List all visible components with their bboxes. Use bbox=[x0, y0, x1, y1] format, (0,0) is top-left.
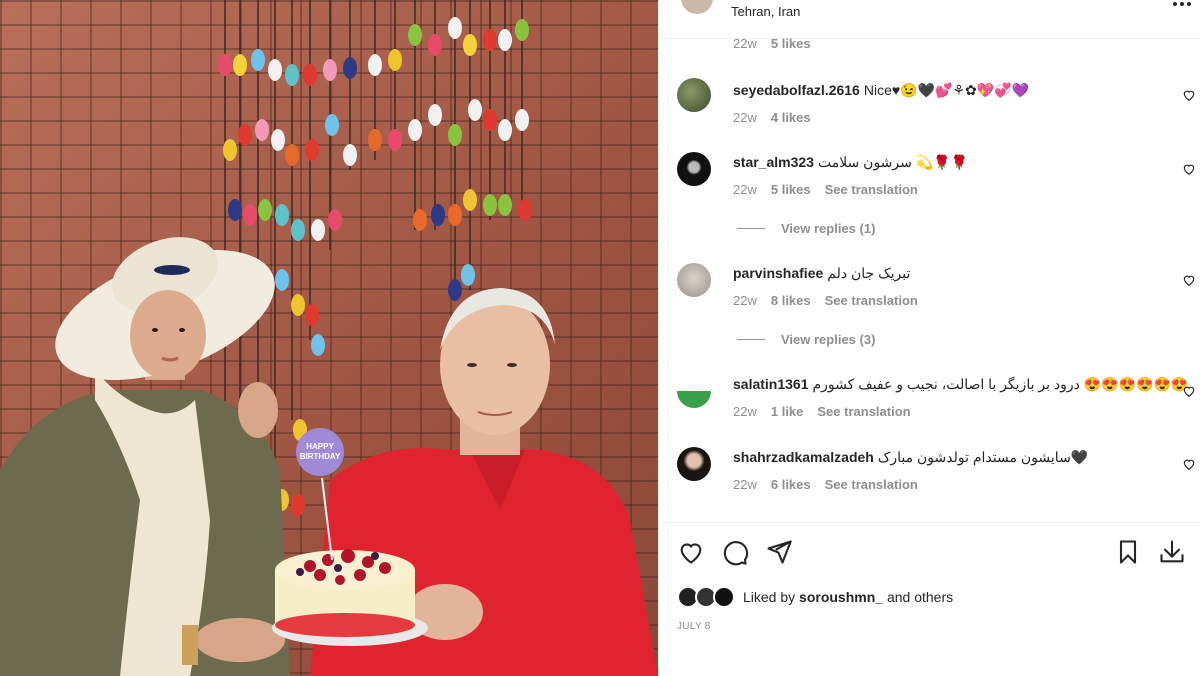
heart-icon[interactable] bbox=[677, 538, 705, 566]
comment-text: seyedabolfazl.2616 Nice♥😉🖤💕⚘✿💖💞💜 bbox=[733, 82, 1029, 99]
see-translation-link[interactable]: See translation bbox=[825, 477, 918, 492]
see-translation-link[interactable]: See translation bbox=[825, 182, 918, 197]
comment-likes[interactable]: 8 likes bbox=[771, 293, 811, 308]
comment-meta: 22w 6 likes See translation bbox=[733, 477, 918, 492]
heart-icon[interactable] bbox=[1182, 273, 1196, 287]
commenter-avatar[interactable] bbox=[677, 447, 711, 481]
comment-body: Nice♥😉🖤💕⚘✿💖💞💜 bbox=[863, 82, 1030, 98]
post-header: Tehran, Iran bbox=[659, 0, 1200, 22]
photo-illustration bbox=[0, 0, 658, 676]
view-replies-button[interactable]: View replies (3) bbox=[737, 332, 875, 347]
commenter-avatar[interactable] bbox=[677, 374, 711, 408]
comment-username[interactable]: star_alm323 bbox=[733, 154, 814, 170]
comment-username[interactable]: seyedabolfazl.2616 bbox=[733, 82, 860, 98]
comment-body: سرشون سلامت 💫🌹🌹 bbox=[817, 154, 969, 170]
replies-line bbox=[737, 228, 765, 229]
heart-icon[interactable] bbox=[1182, 88, 1196, 102]
topper-line2: BIRTHDAY bbox=[299, 452, 341, 461]
comment-time: 22w bbox=[733, 404, 757, 419]
topper-line1: HAPPY bbox=[306, 442, 334, 451]
commenter-avatar[interactable] bbox=[677, 263, 711, 297]
author-avatar[interactable] bbox=[681, 0, 713, 14]
liker-avatars[interactable] bbox=[677, 586, 737, 608]
more-icon[interactable] bbox=[1172, 0, 1192, 12]
comment-likes[interactable]: 5 likes bbox=[771, 36, 811, 51]
view-replies-label: View replies (3) bbox=[781, 332, 876, 347]
liked-by-prefix: Liked by bbox=[743, 589, 796, 605]
tiny-dot bbox=[1180, 32, 1194, 46]
liker-avatar bbox=[713, 586, 735, 608]
comment-meta: 22w 4 likes bbox=[733, 110, 811, 125]
bookmark-icon[interactable] bbox=[1114, 538, 1142, 566]
commenter-avatar[interactable] bbox=[677, 152, 711, 186]
comment-body: سایشون مستدام تولدشون مبارک🖤 bbox=[877, 449, 1089, 465]
comment-time: 22w bbox=[733, 36, 757, 51]
comment-meta: 22w 5 likes See translation bbox=[733, 182, 918, 197]
comment-likes[interactable]: 6 likes bbox=[771, 477, 811, 492]
liked-by-suffix[interactable]: and others bbox=[887, 589, 953, 605]
post-photo[interactable]: HAPPY BIRTHDAY bbox=[0, 0, 658, 676]
share-icon[interactable] bbox=[765, 538, 793, 566]
comments-list[interactable]: Tehran, Iran 22w 5 likes seyedabolfazl.2… bbox=[659, 0, 1200, 522]
comment-time: 22w bbox=[733, 477, 757, 492]
comment-username[interactable]: salatin1361 bbox=[733, 376, 809, 392]
heart-icon[interactable] bbox=[1182, 162, 1196, 176]
liked-by: Liked by soroushmn_ and others bbox=[677, 586, 953, 608]
comment-time: 22w bbox=[733, 110, 757, 125]
post-side-panel: Tehran, Iran 22w 5 likes seyedabolfazl.2… bbox=[658, 0, 1200, 676]
view-replies-label: View replies (1) bbox=[781, 221, 876, 236]
commenter-avatar[interactable] bbox=[677, 78, 711, 112]
comment-time: 22w bbox=[733, 182, 757, 197]
comment-likes[interactable]: 4 likes bbox=[771, 110, 811, 125]
comment-meta: 22w 8 likes See translation bbox=[733, 293, 918, 308]
comment-body: تبریک جان دلم bbox=[827, 265, 911, 281]
comment-body: درود بر بازیگر با اصالت، نجیب و عفیف کشو… bbox=[812, 376, 1189, 392]
comment-meta: 22w 1 like See translation bbox=[733, 404, 911, 419]
comment-text: shahrzadkamalzadeh سایشون مستدام تولدشون … bbox=[733, 449, 1088, 466]
see-translation-link[interactable]: See translation bbox=[825, 293, 918, 308]
cake-topper: HAPPY BIRTHDAY bbox=[296, 428, 344, 476]
comment-time: 22w bbox=[733, 293, 757, 308]
see-translation-link[interactable]: See translation bbox=[817, 404, 910, 419]
post-location[interactable]: Tehran, Iran bbox=[731, 4, 800, 19]
heart-icon[interactable] bbox=[1182, 384, 1196, 398]
comment-username[interactable]: shahrzadkamalzadeh bbox=[733, 449, 874, 465]
comment-text: parvinshafiee تبریک جان دلم bbox=[733, 265, 910, 282]
comment-meta: 22w 5 likes bbox=[733, 36, 811, 51]
post-date[interactable]: JULY 8 bbox=[677, 621, 711, 632]
replies-line bbox=[737, 339, 765, 340]
post-action-bar bbox=[677, 538, 1186, 568]
view-replies-button[interactable]: View replies (1) bbox=[737, 221, 875, 236]
comment-username[interactable]: parvinshafiee bbox=[733, 265, 823, 281]
download-icon[interactable] bbox=[1158, 538, 1186, 566]
comment-likes[interactable]: 5 likes bbox=[771, 182, 811, 197]
comment-likes[interactable]: 1 like bbox=[771, 404, 804, 419]
comment-text: salatin1361 درود بر بازیگر با اصالت، نجیب… bbox=[733, 376, 1188, 393]
comment-icon[interactable] bbox=[721, 538, 749, 566]
heart-icon[interactable] bbox=[1182, 457, 1196, 471]
comment-text: star_alm323 سرشون سلامت 💫🌹🌹 bbox=[733, 154, 968, 171]
actions-divider bbox=[659, 522, 1200, 523]
liked-by-user[interactable]: soroushmn_ bbox=[799, 589, 883, 605]
